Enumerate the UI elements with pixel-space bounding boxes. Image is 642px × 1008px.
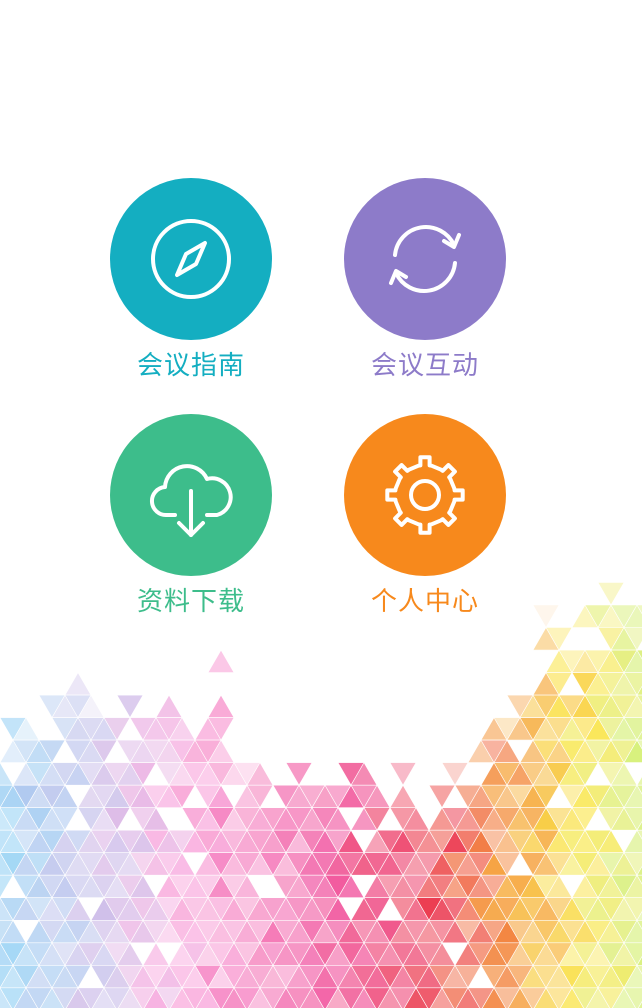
materials-download-label: 资料下载 xyxy=(136,587,245,617)
meeting-guide-circle[interactable] xyxy=(110,178,272,340)
menu-item-meeting-guide[interactable]: 会议指南 xyxy=(101,178,281,382)
sync-icon xyxy=(389,225,461,293)
compass-icon xyxy=(151,219,231,299)
cloud-download-icon xyxy=(149,464,233,537)
personal-center-label: 个人中心 xyxy=(370,587,479,617)
personal-center-circle[interactable] xyxy=(344,414,506,576)
menu-item-personal-center[interactable]: 个人中心 xyxy=(335,414,515,618)
meeting-interaction-circle[interactable] xyxy=(344,178,506,340)
meeting-guide-label: 会议指南 xyxy=(136,351,245,381)
menu-item-materials-download[interactable]: 资料下载 xyxy=(101,414,281,618)
materials-download-circle[interactable] xyxy=(110,414,272,576)
meeting-interaction-label: 会议互动 xyxy=(370,351,479,381)
gear-icon xyxy=(385,455,465,535)
decorative-triangle-mosaic xyxy=(0,582,642,1008)
menu-item-meeting-interaction[interactable]: 会议互动 xyxy=(335,178,515,382)
